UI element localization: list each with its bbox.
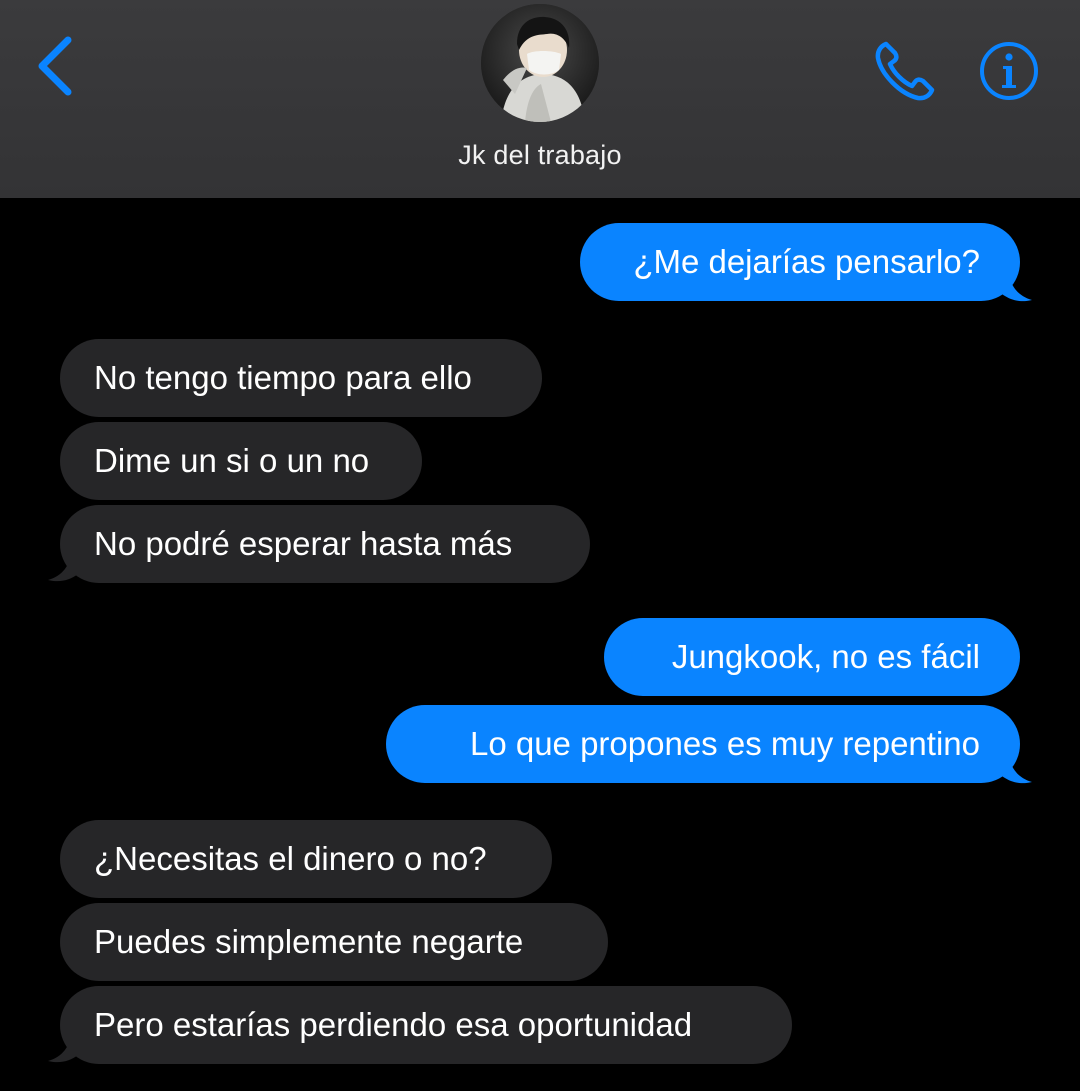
received-message-bubble[interactable]: ¿Necesitas el dinero o no? xyxy=(60,820,552,898)
avatar-photo xyxy=(481,4,599,122)
contact-avatar[interactable] xyxy=(481,4,599,122)
sent-bubble-tail xyxy=(1000,752,1032,784)
received-bubble-tail xyxy=(48,550,80,582)
phone-icon xyxy=(875,41,935,101)
back-button[interactable] xyxy=(34,34,78,98)
sent-message-bubble[interactable]: Jungkook, no es fácil xyxy=(604,618,1020,696)
message-text: ¿Necesitas el dinero o no? xyxy=(94,840,487,877)
received-message-bubble[interactable]: No podré esperar hasta más xyxy=(60,505,590,583)
info-icon xyxy=(980,42,1038,100)
sent-message-bubble[interactable]: ¿Me dejarías pensarlo? xyxy=(580,223,1020,301)
message-text: No tengo tiempo para ello xyxy=(94,359,472,396)
contact-name[interactable]: Jk del trabajo xyxy=(0,140,1080,171)
conversation-header: Jk del trabajo xyxy=(0,0,1080,198)
received-message-bubble[interactable]: Puedes simplemente negarte xyxy=(60,903,608,981)
received-message-bubble[interactable]: No tengo tiempo para ello xyxy=(60,339,542,417)
message-text: No podré esperar hasta más xyxy=(94,525,513,562)
message-text: Puedes simplemente negarte xyxy=(94,923,524,960)
chevron-left-icon xyxy=(38,36,72,96)
message-text: Lo que propones es muy repentino xyxy=(469,725,980,762)
sent-message-bubble[interactable]: Lo que propones es muy repentino xyxy=(386,705,1020,783)
call-button[interactable] xyxy=(872,38,938,104)
message-text: Dime un si o un no xyxy=(94,442,370,479)
received-message-bubble[interactable]: Dime un si o un no xyxy=(60,422,422,500)
message-text: Pero estarías perdiendo esa oportunidad xyxy=(94,1006,693,1043)
message-text: ¿Me dejarías pensarlo? xyxy=(633,243,980,280)
received-message-bubble[interactable]: Pero estarías perdiendo esa oportunidad xyxy=(60,986,792,1064)
message-text: Jungkook, no es fácil xyxy=(671,638,980,675)
received-bubble-tail xyxy=(48,1031,80,1063)
info-button[interactable] xyxy=(978,40,1040,102)
sent-bubble-tail xyxy=(1000,270,1032,302)
